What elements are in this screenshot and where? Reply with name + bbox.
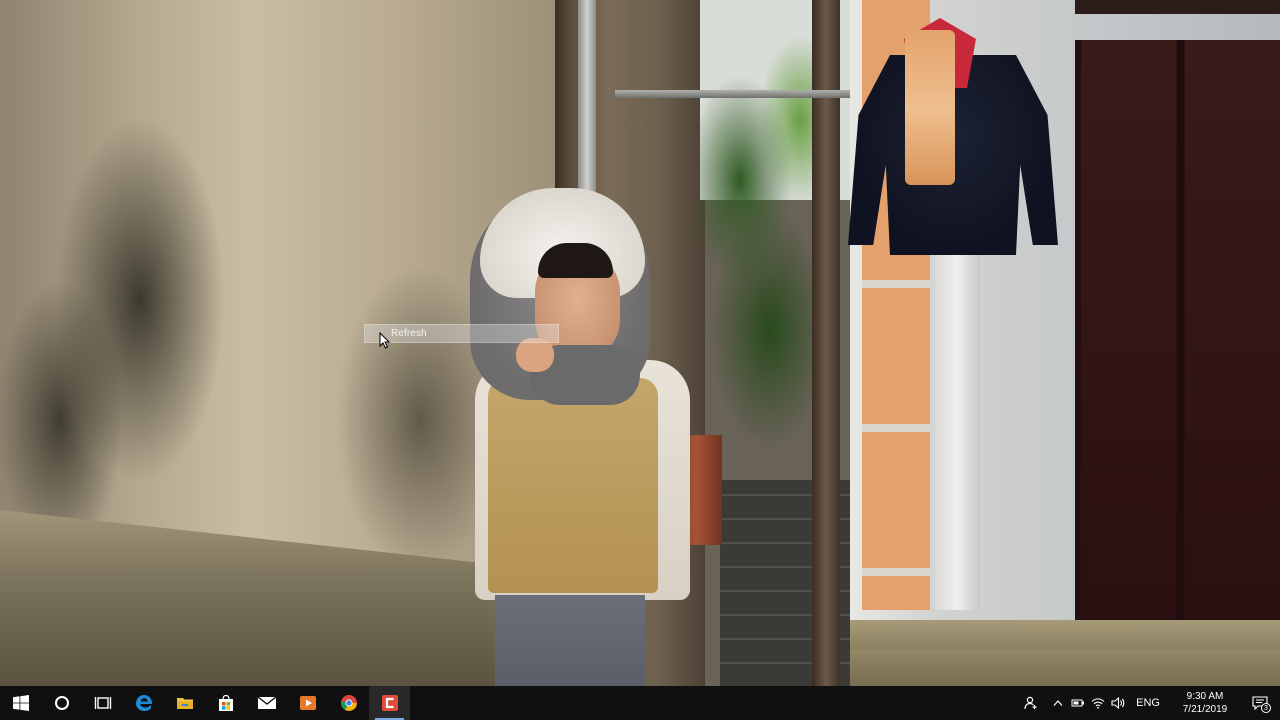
mail-icon	[257, 696, 276, 709]
taskbar: ENG 9:30 AM 7/21/2019 3	[0, 686, 1280, 720]
input-language-indicator[interactable]: ENG	[1128, 697, 1170, 709]
battery-button[interactable]	[1068, 686, 1088, 720]
taskbar-app-mail[interactable]	[246, 686, 287, 720]
search-button[interactable]	[41, 686, 82, 720]
people-icon	[1024, 696, 1037, 710]
speaker-icon	[1111, 697, 1125, 709]
mouse-cursor-icon	[379, 332, 391, 349]
show-hidden-icons-button[interactable]	[1048, 686, 1068, 720]
taskbar-app-chrome[interactable]	[328, 686, 369, 720]
task-view-icon	[94, 697, 111, 709]
clock-date: 7/21/2019	[1182, 704, 1228, 715]
taskbar-app-edge[interactable]	[123, 686, 164, 720]
store-bag-icon	[218, 694, 233, 711]
wallpaper-child-hair	[538, 243, 613, 278]
action-center-button[interactable]: 3	[1240, 686, 1280, 720]
wallpaper-step	[850, 650, 1280, 686]
folder-icon	[176, 698, 193, 709]
wallpaper-child-vest	[488, 378, 658, 593]
network-button[interactable]	[1088, 686, 1108, 720]
wifi-icon	[1091, 698, 1105, 709]
system-tray: ENG 9:30 AM 7/21/2019 3	[1014, 686, 1280, 720]
clock[interactable]: 9:30 AM 7/21/2019	[1170, 690, 1240, 716]
wallpaper-child-pants	[495, 595, 645, 686]
wallpaper-door	[1075, 40, 1280, 625]
taskbar-app-file-explorer[interactable]	[164, 686, 205, 720]
windows-logo-icon	[12, 695, 29, 711]
camtasia-icon	[381, 695, 398, 711]
taskbar-app-media-player[interactable]	[287, 686, 328, 720]
desktop-wallpaper[interactable]: Refresh	[0, 0, 1280, 686]
wallpaper-door-frame	[1075, 0, 1280, 14]
battery-icon	[1071, 699, 1085, 707]
wallpaper-step	[850, 620, 1280, 650]
cortana-circle-icon	[54, 696, 69, 710]
context-menu-item-label: Refresh	[391, 328, 427, 339]
task-view-button[interactable]	[82, 686, 123, 720]
context-menu: Refresh	[364, 324, 559, 343]
wallpaper-pillar	[935, 250, 980, 610]
chevron-up-icon	[1053, 700, 1063, 706]
context-menu-item-refresh[interactable]: Refresh	[365, 325, 558, 342]
wallpaper-scarf	[905, 30, 955, 185]
volume-button[interactable]	[1108, 686, 1128, 720]
taskbar-app-camtasia[interactable]	[369, 686, 410, 720]
taskbar-app-store[interactable]	[205, 686, 246, 720]
notification-count-badge: 3	[1261, 703, 1271, 713]
wallpaper-hanging-rod	[615, 90, 850, 98]
media-play-icon	[299, 696, 316, 710]
start-button[interactable]	[0, 686, 41, 720]
chrome-icon	[340, 695, 357, 711]
people-button[interactable]	[1014, 686, 1048, 720]
clock-time: 9:30 AM	[1186, 691, 1224, 702]
wallpaper-child-hand	[516, 338, 554, 372]
edge-icon	[135, 695, 152, 711]
wallpaper-tree-trunk	[812, 0, 840, 686]
